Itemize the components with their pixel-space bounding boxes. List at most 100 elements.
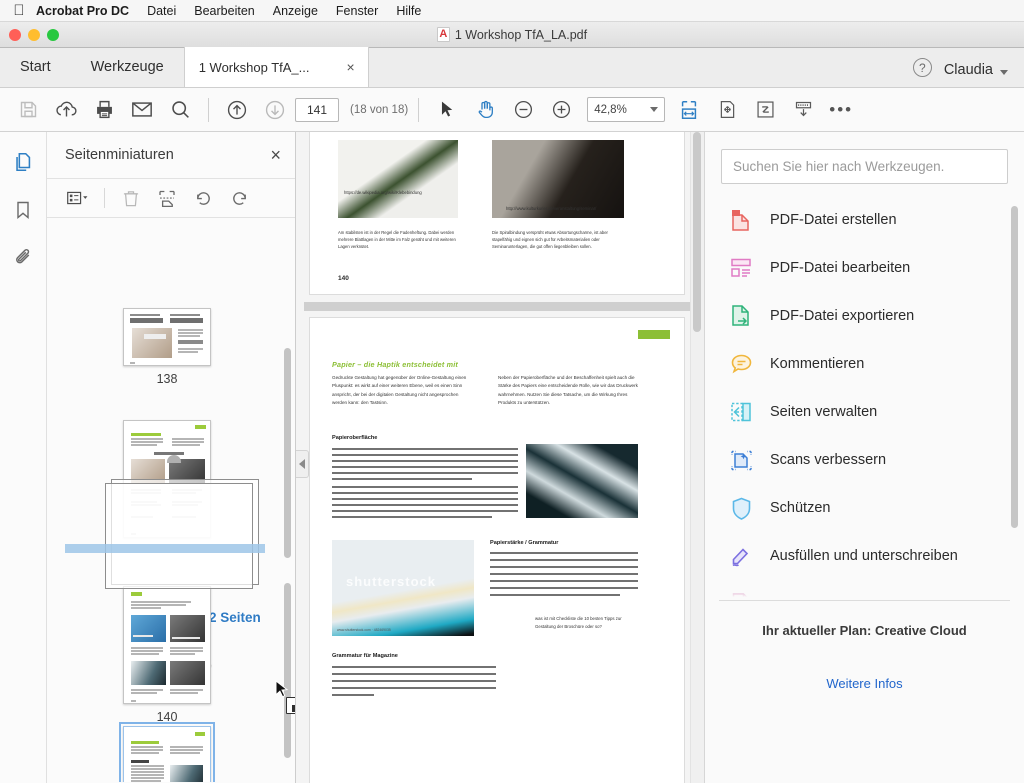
minimize-window-button[interactable] [28,29,40,41]
document-tab-label: 1 Workshop TfA_... [198,59,310,75]
pdf-page-141: Papier – die Haptik entscheidet mit Gedr… [310,318,684,783]
nav-start-button[interactable]: Start [0,47,71,87]
user-account-label[interactable]: Claudia [944,62,993,87]
tools-panel-divider [719,600,1010,601]
tools-list[interactable]: PDF-Datei erstellen PDF-Datei bearbeiten [705,196,1024,600]
tools-search-input[interactable]: Suchen Sie hier nach Werkzeugen. [721,149,1008,184]
acrobat-window:  Acrobat Pro DC Datei Bearbeiten Anzeig… [0,0,1024,783]
left-rail [0,132,47,783]
pdf-file-icon: A [436,27,450,42]
document-scrollbar-thumb[interactable] [693,132,701,332]
menu-fenster[interactable]: Fenster [327,0,387,22]
document-scrollbar-track[interactable] [690,132,704,783]
protect-shield-icon [729,495,753,521]
maximize-window-button[interactable] [47,29,59,41]
tool-comment[interactable]: Kommentieren [705,340,1024,388]
page-intro-right: Neben der Papieroberfläche und der Besch… [498,375,638,406]
thumbnail-page-number: 138 [156,372,178,386]
menu-app-name[interactable]: Acrobat Pro DC [28,0,138,22]
thumbnails-scrollbar[interactable] [284,348,291,558]
export-pdf-icon [729,303,753,329]
list-item[interactable]: 138 [123,308,211,386]
save-icon[interactable] [10,93,46,127]
document-view[interactable]: https://de.wikipedia.org/wiki/Klebebindu… [296,132,704,783]
extract-pages-icon[interactable] [150,183,184,213]
image-credit: www.shutterstock.com · 482469035 [337,628,391,632]
page-thumbnails-icon[interactable] [6,146,40,178]
tool-label: Scans verbessern [770,452,887,468]
page-thumbnail-138[interactable] [123,308,211,366]
help-icon[interactable]: ? [912,58,932,77]
pan-page-icon[interactable] [709,93,745,127]
close-tab-icon[interactable]: × [344,60,358,74]
document-tab[interactable]: 1 Workshop TfA_... × [183,47,369,87]
tool-label: Ausfüllen und unterschreiben [770,548,958,564]
more-tools-button[interactable]: ••• [823,93,859,127]
fill-and-sign-icon [729,543,753,569]
zoom-out-icon[interactable] [505,93,541,127]
tool-enhance-scans[interactable]: Scans verbessern [705,436,1024,484]
rotate-right-icon[interactable] [222,183,256,213]
hand-tool-icon[interactable] [467,93,503,127]
chevron-down-icon[interactable] [1000,70,1008,75]
tools-scrollbar[interactable] [1011,206,1018,528]
tool-export-pdf[interactable]: PDF-Datei exportieren [705,292,1024,340]
page-thumbnail-141[interactable] [119,722,215,782]
email-icon[interactable] [124,93,160,127]
delete-pages-icon[interactable] [114,183,148,213]
page-intro-left: Gedruckte Gestaltung hat gegenüber der O… [332,375,467,406]
toolbar-divider [208,97,209,122]
thumbnails-scrollbar-lower[interactable] [284,583,291,758]
next-page-icon[interactable] [257,93,293,127]
fit-width-icon[interactable] [671,93,707,127]
list-item[interactable]: 141 [119,722,215,782]
tool-label: Schützen [770,500,831,516]
page-section3-title: Grammatur für Magazine [332,653,398,659]
thumbnails-toolbar-divider [104,188,105,208]
previous-page-icon[interactable] [219,93,255,127]
tool-create-pdf[interactable]: PDF-Datei erstellen [705,196,1024,244]
page-body-right: Die Spiralbindung versprüht etwas Absort… [492,230,608,249]
page-thumbnail-139[interactable] [123,420,211,538]
zoom-in-icon[interactable] [543,93,579,127]
left-triangle-icon [299,459,305,469]
nav-werkzeuge-button[interactable]: Werkzeuge [71,47,184,87]
create-pdf-icon [729,207,753,233]
tool-fill-and-sign[interactable]: Ausfüllen und unterschreiben [705,532,1024,580]
upload-cloud-icon[interactable] [48,93,84,127]
thumbnails-list[interactable]: 138 2 Seiten 140 [47,218,295,782]
close-icon[interactable]: × [270,146,281,164]
scroll-to-icon[interactable] [785,93,821,127]
current-plan-label: Ihr aktueller Plan: Creative Cloud [762,623,967,638]
menu-bearbeiten[interactable]: Bearbeiten [185,0,263,22]
more-info-link[interactable]: Weitere Infos [705,676,1024,691]
menu-datei[interactable]: Datei [138,0,185,22]
window-titlebar: A 1 Workshop TfA_LA.pdf [0,22,1024,48]
menu-anzeige[interactable]: Anzeige [264,0,327,22]
list-item[interactable]: 139 [123,420,211,558]
list-item[interactable]: 140 [123,586,211,724]
zoom-chevron-down-icon[interactable] [650,107,659,112]
fullscreen-icon[interactable] [747,93,783,127]
tools-list-fade [705,584,1024,600]
print-icon[interactable] [86,93,122,127]
tools-search-placeholder: Suchen Sie hier nach Werkzeugen. [733,159,945,174]
rotate-left-icon[interactable] [186,183,220,213]
menu-hilfe[interactable]: Hilfe [387,0,430,22]
close-window-button[interactable] [9,29,21,41]
collapse-panel-arrow[interactable] [296,450,309,478]
cursor-arrow-icon[interactable] [429,93,465,127]
options-list-icon[interactable] [61,183,95,213]
apple-logo-icon[interactable]:  [10,3,28,19]
attachments-icon[interactable] [6,242,40,274]
page-number-input[interactable]: 141 [295,97,339,122]
page-thumbnail-140[interactable] [123,586,211,704]
page-divider [304,302,690,311]
search-icon[interactable] [162,93,198,127]
tool-protect[interactable]: Schützen [705,484,1024,532]
tool-edit-pdf[interactable]: PDF-Datei bearbeiten [705,244,1024,292]
zoom-level-select[interactable]: 42,8% [587,97,666,122]
tool-organize-pages[interactable]: Seiten verwalten [705,388,1024,436]
bookmarks-icon[interactable] [6,194,40,226]
page-note: was ist mit Checkliste die 10 besten Tip… [535,616,622,629]
